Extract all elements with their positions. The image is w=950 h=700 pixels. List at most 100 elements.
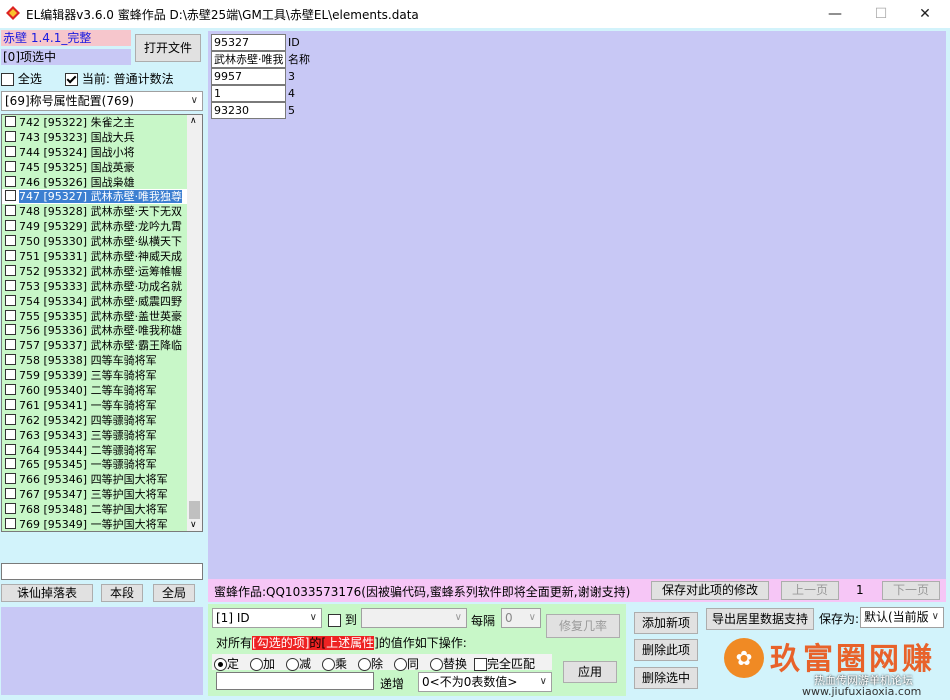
section-button[interactable]: 本段 (101, 584, 143, 602)
list-item[interactable]: 767 [95347] 三等护国大将军 (2, 487, 202, 503)
checkbox-icon[interactable] (5, 235, 16, 247)
radio-icon[interactable] (358, 658, 371, 671)
list-item[interactable]: 746 [95326] 国战枭雄 (2, 174, 202, 190)
checkbox-icon[interactable] (5, 413, 16, 425)
radio-icon[interactable] (394, 658, 407, 671)
field-value-input[interactable]: 武林赤壁·唯我 (211, 51, 286, 68)
checkbox-icon[interactable] (5, 503, 16, 515)
operation-radio[interactable]: 替换 (430, 655, 467, 672)
operation-radio[interactable]: 减 (286, 655, 311, 672)
radio-icon[interactable] (214, 658, 227, 671)
scroll-down-icon[interactable]: ∨ (190, 520, 197, 530)
to-field-select[interactable]: ∨ (361, 608, 467, 628)
checkbox-icon[interactable] (5, 384, 16, 396)
current-checkbox[interactable]: 当前: 普通计数法 (65, 70, 174, 87)
checkbox-icon[interactable] (5, 190, 16, 202)
list-scrollbar[interactable]: ∧ ∨ (187, 115, 202, 531)
list-item[interactable]: 751 [95331] 武林赤壁·神威天成 (2, 249, 202, 264)
delete-this-button[interactable]: 删除此项 (634, 639, 698, 661)
scroll-up-icon[interactable]: ∧ (190, 116, 197, 126)
field-value-input[interactable]: 9957 (211, 68, 286, 85)
list-item[interactable]: 747 [95327] 武林赤壁·唯我独尊 (2, 189, 202, 205)
checkbox-icon[interactable] (5, 354, 16, 366)
checkbox-icon[interactable] (5, 220, 16, 232)
operation-radio[interactable]: 乘 (322, 655, 347, 672)
increment-input[interactable] (216, 672, 374, 690)
list-item[interactable]: 757 [95337] 武林赤壁·霸王降临 (2, 338, 202, 354)
list-item[interactable]: 748 [95328] 武林赤壁·天下无双 (2, 204, 202, 220)
select-all-checkbox[interactable]: 全选 (1, 70, 42, 87)
global-button[interactable]: 全局 (153, 584, 195, 602)
to-checkbox[interactable]: 到 (328, 611, 357, 628)
checkbox-icon[interactable] (5, 250, 16, 262)
checkbox-icon[interactable] (474, 658, 487, 671)
list-item[interactable]: 752 [95332] 武林赤壁·运筹帷幄 (2, 263, 202, 279)
list-item[interactable]: 756 [95336] 武林赤壁·唯我称雄 (2, 323, 202, 339)
list-item[interactable]: 761 [95341] 一等车骑将军 (2, 397, 202, 413)
radio-icon[interactable] (286, 658, 299, 671)
field-value-input[interactable]: 95327 (211, 34, 286, 51)
operation-radio[interactable]: 同 (394, 655, 419, 672)
checkbox-icon[interactable] (5, 518, 16, 530)
checkbox-icon[interactable] (5, 458, 16, 470)
checkbox-icon[interactable] (5, 116, 16, 127)
list-item[interactable]: 744 [95324] 国战小将 (2, 144, 202, 160)
exact-match-checkbox[interactable]: 完全匹配 (474, 655, 535, 672)
checkbox-icon[interactable] (5, 398, 16, 410)
list-item[interactable]: 769 [95349] 一等护国大将军 (2, 517, 202, 531)
checkbox-checked-icon[interactable] (65, 73, 78, 86)
maximize-icon[interactable]: ☐ (866, 4, 896, 24)
scroll-thumb[interactable] (189, 501, 200, 519)
checkbox-icon[interactable] (5, 324, 16, 336)
search-input[interactable] (1, 563, 203, 580)
checkbox-icon[interactable] (5, 488, 16, 500)
list-item[interactable]: 758 [95338] 四等车骑将军 (2, 353, 202, 369)
checkbox-icon[interactable] (328, 614, 341, 627)
checkbox-icon[interactable] (5, 339, 16, 351)
checkbox-icon[interactable] (1, 73, 14, 86)
list-item[interactable]: 765 [95345] 一等骠骑将军 (2, 457, 202, 473)
checkbox-icon[interactable] (5, 443, 16, 455)
list-item[interactable]: 763 [95343] 三等骠骑将军 (2, 427, 202, 443)
field-value-input[interactable]: 93230 (211, 102, 286, 119)
increment-select[interactable]: 0<不为0表数值> ∨ (418, 672, 552, 692)
open-file-button[interactable]: 打开文件 (135, 34, 201, 62)
list-item[interactable]: 755 [95335] 武林赤壁·盖世英豪 (2, 308, 202, 324)
add-new-button[interactable]: 添加新项 (634, 612, 698, 634)
checkbox-icon[interactable] (5, 473, 16, 485)
checkbox-icon[interactable] (5, 130, 16, 142)
list-item[interactable]: 766 [95346] 四等护国大将军 (2, 472, 202, 488)
minimize-icon[interactable]: — (820, 4, 850, 24)
list-item[interactable]: 764 [95344] 二等骠骑将军 (2, 442, 202, 458)
checkbox-icon[interactable] (5, 160, 16, 172)
item-list[interactable]: 742 [95322] 朱雀之主 743 [95323] 国战大兵 744 [953… (1, 114, 203, 532)
list-item[interactable]: 750 [95330] 武林赤壁·纵横天下 (2, 234, 202, 250)
operation-radio[interactable]: 加 (250, 655, 275, 672)
checkbox-icon[interactable] (5, 309, 16, 321)
operation-radio[interactable]: 除 (358, 655, 383, 672)
checkbox-icon[interactable] (5, 294, 16, 306)
list-item[interactable]: 762 [95342] 四等骠骑将军 (2, 412, 202, 428)
list-item[interactable]: 745 [95325] 国战英豪 (2, 159, 202, 175)
list-item[interactable]: 749 [95329] 武林赤壁·龙吟九霄 (2, 219, 202, 235)
checkbox-icon[interactable] (5, 428, 16, 440)
checkbox-icon[interactable] (5, 264, 16, 276)
list-item[interactable]: 759 [95339] 三等车骑将军 (2, 368, 202, 384)
checkbox-icon[interactable] (5, 369, 16, 381)
radio-icon[interactable] (250, 658, 263, 671)
close-icon[interactable]: ✕ (910, 4, 940, 24)
checkbox-icon[interactable] (5, 145, 16, 157)
list-item[interactable]: 754 [95334] 武林赤壁·威震四野 (2, 293, 202, 309)
list-item[interactable]: 743 [95323] 国战大兵 (2, 129, 202, 145)
radio-icon[interactable] (430, 658, 443, 671)
checkbox-icon[interactable] (5, 175, 16, 187)
save-changes-button[interactable]: 保存对此项的修改 (651, 581, 769, 600)
radio-icon[interactable] (322, 658, 335, 671)
list-item[interactable]: 753 [95333] 武林赤壁·功成名就 (2, 278, 202, 294)
export-support-button[interactable]: 导出居里数据支持 (706, 608, 814, 630)
field-value-input[interactable]: 1 (211, 85, 286, 102)
interval-select[interactable]: 0 ∨ (501, 608, 541, 628)
prev-page-button[interactable]: 上一页 (781, 581, 839, 600)
checkbox-icon[interactable] (5, 279, 16, 291)
operation-radio[interactable]: 定 (214, 655, 239, 672)
